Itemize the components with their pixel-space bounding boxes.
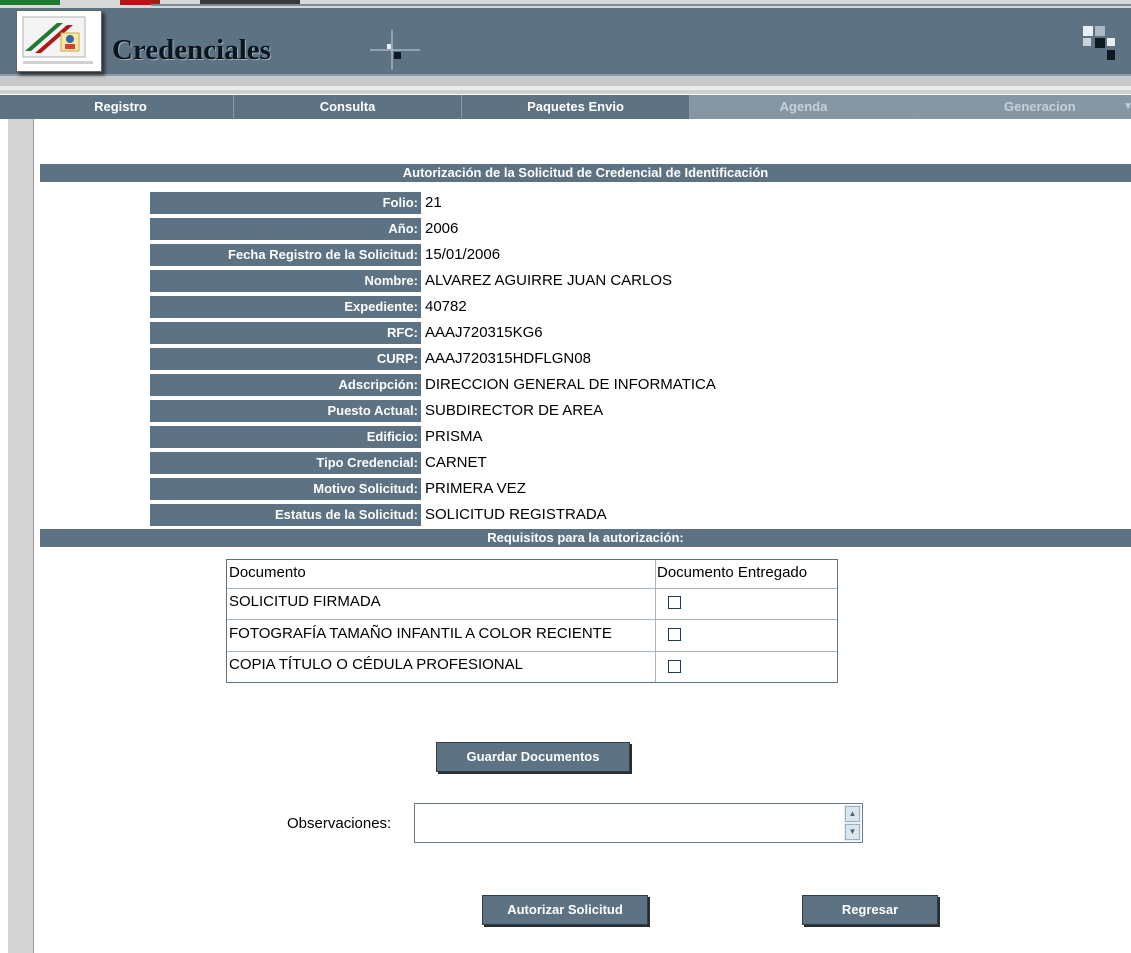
decorative-blocks-icon	[1079, 20, 1119, 66]
field-value: 21	[425, 194, 442, 211]
table-row: SOLICITUD FIRMADA	[227, 589, 837, 619]
table-row: COPIA TÍTULO O CÉDULA PROFESIONAL	[227, 652, 837, 682]
field-value: AAAJ720315KG6	[425, 324, 543, 341]
observations-scrollbar[interactable]: ▲ ▼	[844, 805, 861, 841]
field-label: Tipo Credencial:	[150, 452, 421, 474]
main-nav: Registro Consulta Paquetes Envio Agenda …	[8, 95, 1131, 119]
app-header: Credenciales	[0, 8, 1131, 76]
field-label: Nombre:	[150, 270, 421, 292]
field-label: RFC:	[150, 322, 421, 344]
table-row: FOTOGRAFÍA TAMAÑO INFANTIL A COLOR RECIE…	[227, 620, 837, 651]
field-value: 2006	[425, 220, 459, 237]
field-value: SUBDIRECTOR DE AREA	[425, 402, 604, 419]
nav-cap	[0, 95, 8, 119]
delivered-checkbox[interactable]	[668, 596, 681, 609]
scroll-down-icon[interactable]: ▼	[845, 824, 860, 840]
field-label: CURP:	[150, 348, 421, 370]
nav-item-agenda[interactable]: Agenda	[690, 95, 918, 119]
field-value: DIRECCION GENERAL DE INFORMATICA	[425, 376, 716, 393]
requirement-name: FOTOGRAFÍA TAMAÑO INFANTIL A COLOR RECIE…	[229, 625, 612, 642]
top-strip	[0, 0, 1131, 8]
field-label: Fecha Registro de la Solicitud:	[150, 244, 421, 266]
field-label: Adscripción:	[150, 374, 421, 396]
field-value: PRISMA	[425, 428, 483, 445]
header-band	[0, 76, 1131, 86]
field-label: Estatus de la Solicitud:	[150, 504, 421, 526]
field-value: CARNET	[425, 454, 487, 471]
nav-item-generacion[interactable]: Generacion ▼	[918, 95, 1131, 119]
left-gutter-border	[33, 119, 34, 953]
col-header-documento: Documento	[229, 564, 306, 581]
field-value: 15/01/2006	[425, 246, 501, 263]
flag-green-stripe	[0, 0, 60, 5]
back-button[interactable]: Regresar	[802, 895, 938, 925]
chevron-down-icon: ▼	[1123, 101, 1131, 112]
field-label: Folio:	[150, 192, 421, 214]
app-logo	[16, 10, 102, 72]
nav-item-registro[interactable]: Registro	[8, 95, 234, 119]
delivered-checkbox[interactable]	[668, 660, 681, 673]
field-value: SOLICITUD REGISTRADA	[425, 506, 607, 523]
observations-field[interactable]: ▲ ▼	[414, 803, 863, 843]
observations-label: Observaciones:	[287, 815, 392, 832]
nav-item-paquetes-envio[interactable]: Paquetes Envio	[462, 95, 690, 119]
field-value: AAAJ720315HDFLGN08	[425, 350, 591, 367]
header-band-shadow	[0, 90, 1131, 94]
requirements-title: Requisitos para la autorización:	[40, 529, 1131, 547]
field-value: PRIMERA VEZ	[425, 480, 526, 497]
field-value: ALVAREZ AGUIRRE JUAN CARLOS	[425, 272, 673, 289]
col-header-documento-entregado: Documento Entregado	[657, 564, 808, 581]
requirement-name: COPIA TÍTULO O CÉDULA PROFESIONAL	[229, 656, 523, 673]
authorize-request-button[interactable]: Autorizar Solicitud	[482, 895, 648, 925]
left-gutter	[8, 119, 33, 953]
app-title: Credenciales	[112, 34, 271, 66]
field-label: Año:	[150, 218, 421, 240]
requirements-table: Documento Documento Entregado SOLICITUD …	[226, 559, 838, 683]
field-value: 40782	[425, 298, 467, 315]
table-header: Documento Documento Entregado	[227, 560, 837, 588]
top-divider	[151, 4, 1131, 6]
field-label: Expediente:	[150, 296, 421, 318]
save-documents-button[interactable]: Guardar Documentos	[436, 742, 630, 772]
decorative-cross-icon	[370, 30, 420, 70]
delivered-checkbox[interactable]	[668, 628, 681, 641]
logo-icon	[22, 16, 93, 64]
field-label: Motivo Solicitud:	[150, 478, 421, 500]
nav-item-consulta[interactable]: Consulta	[234, 95, 462, 119]
requirement-name: SOLICITUD FIRMADA	[229, 593, 381, 610]
scroll-up-icon[interactable]: ▲	[845, 806, 860, 822]
field-label: Puesto Actual:	[150, 400, 421, 422]
nav-item-generacion-label: Generacion	[1004, 99, 1076, 114]
section-title: Autorización de la Solicitud de Credenci…	[40, 164, 1131, 182]
field-label: Edificio:	[150, 426, 421, 448]
